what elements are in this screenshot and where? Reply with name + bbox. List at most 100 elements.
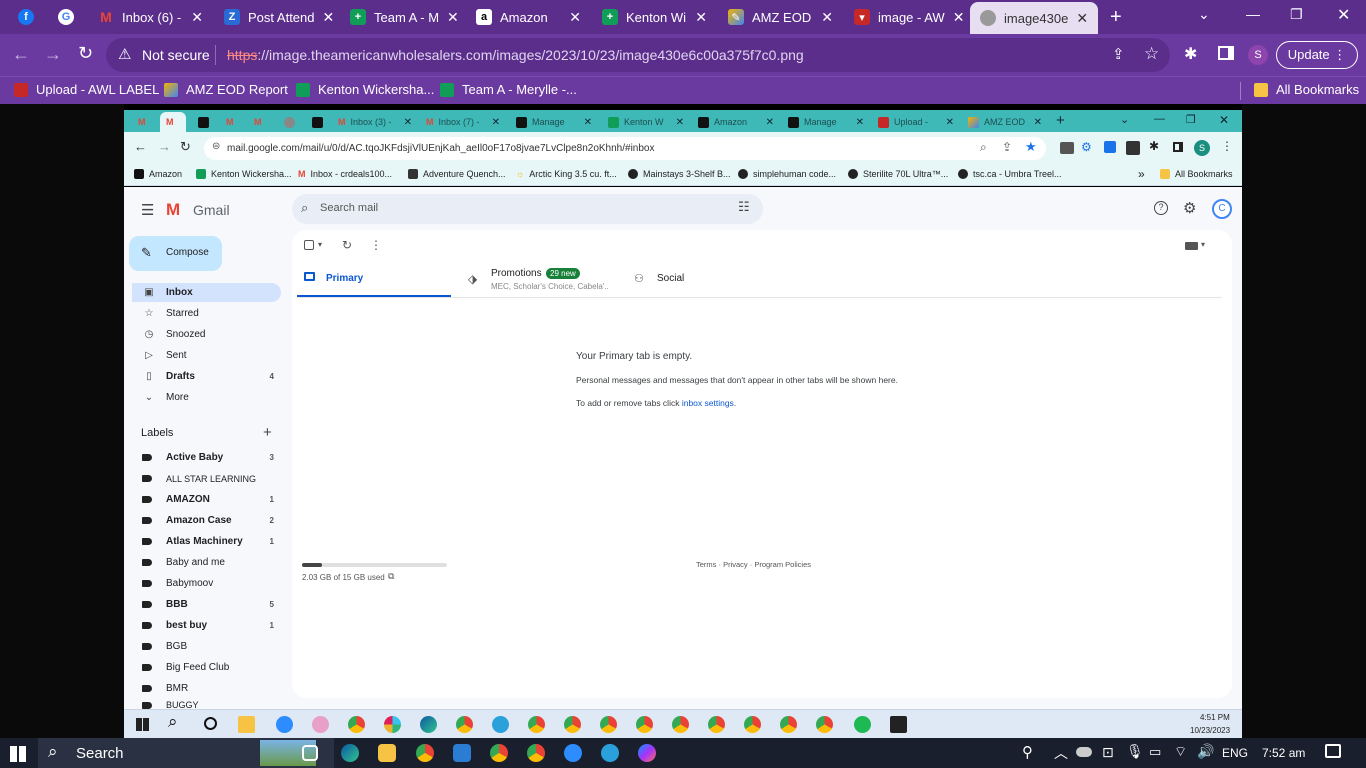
- external-link-icon[interactable]: ⧉: [388, 571, 394, 582]
- label-item[interactable]: AMAZON 1: [132, 490, 281, 509]
- people-icon[interactable]: ⚲: [1022, 743, 1033, 761]
- profile-avatar[interactable]: S: [1194, 140, 1210, 156]
- add-label-icon[interactable]: +: [263, 424, 272, 441]
- inner-tab[interactable]: M Inbox (7) - ✕: [420, 112, 506, 132]
- label-item[interactable]: Amazon Case 2: [132, 511, 281, 530]
- inner-tab[interactable]: Manage ✕: [782, 112, 870, 132]
- mail-icon[interactable]: [453, 744, 471, 762]
- share-icon[interactable]: ⇪: [1112, 45, 1125, 63]
- chrome-icon[interactable]: [456, 716, 473, 733]
- chrome-icon[interactable]: [564, 716, 581, 733]
- microphone-icon[interactable]: 🎙: [1126, 743, 1144, 760]
- new-tab-button[interactable]: +: [1056, 112, 1065, 129]
- tab-primary[interactable]: Primary: [297, 262, 451, 298]
- close-icon[interactable]: ✕: [191, 9, 203, 26]
- search-options-icon[interactable]: ☷: [738, 199, 750, 215]
- chrome-icon[interactable]: [708, 716, 725, 733]
- volume-icon[interactable]: 🔊: [1197, 743, 1214, 760]
- inner-tab[interactable]: M: [248, 112, 272, 132]
- close-icon[interactable]: ✕: [447, 9, 459, 26]
- edge-icon[interactable]: [341, 744, 359, 762]
- notification-center-icon[interactable]: [1325, 744, 1341, 758]
- device-icon[interactable]: ⊡: [1102, 744, 1114, 761]
- label-item[interactable]: best buy 1: [132, 616, 281, 635]
- close-icon[interactable]: ✕: [695, 9, 707, 26]
- inner-tab[interactable]: Upload - ✕: [872, 112, 960, 132]
- label-item[interactable]: ALL STAR LEARNING: [132, 469, 281, 488]
- minimize-button[interactable]: —: [1246, 6, 1260, 22]
- caret-down-icon[interactable]: ▾: [1201, 240, 1205, 249]
- caret-down-icon[interactable]: ▾: [318, 240, 322, 249]
- star-icon[interactable]: ☆: [1144, 44, 1159, 64]
- reload-icon[interactable]: ↻: [78, 43, 93, 64]
- restore-button[interactable]: ❐: [1290, 6, 1303, 23]
- edge-icon[interactable]: [420, 716, 437, 733]
- bookmark-adventure[interactable]: Adventure Quench...: [408, 169, 506, 179]
- site-info-icon[interactable]: ⊜: [212, 141, 220, 152]
- chevron-down-icon[interactable]: ⌄: [1198, 6, 1210, 23]
- chrome-icon[interactable]: [600, 716, 617, 733]
- gmail-logo-text[interactable]: Gmail: [193, 202, 230, 218]
- reload-icon[interactable]: ↻: [180, 139, 191, 155]
- label-item[interactable]: BUGGY: [132, 700, 281, 709]
- close-icon[interactable]: ✕: [1076, 10, 1088, 27]
- help-icon[interactable]: ?: [1154, 201, 1168, 215]
- profile-avatar[interactable]: S: [1248, 45, 1268, 65]
- close-icon[interactable]: ✕: [569, 9, 581, 26]
- nav-drafts[interactable]: ▯ Drafts 4: [132, 367, 281, 386]
- all-bookmarks[interactable]: All Bookmarks: [1160, 169, 1233, 179]
- zoom-app-icon[interactable]: [564, 744, 582, 762]
- chrome-icon[interactable]: [416, 744, 434, 762]
- chrome-icon[interactable]: [636, 716, 653, 733]
- close-icon[interactable]: ✕: [946, 117, 954, 128]
- inner-tab[interactable]: Kenton W ✕: [602, 112, 690, 132]
- chrome-icon[interactable]: [672, 716, 689, 733]
- bookmark-sterilite[interactable]: Sterilite 70L Ultra™...: [848, 169, 948, 179]
- inner-tab-active[interactable]: M: [160, 112, 186, 132]
- bookmark-kenton[interactable]: Kenton Wickersha...: [296, 82, 434, 97]
- update-button[interactable]: Update ⋮: [1276, 41, 1358, 69]
- restore-button[interactable]: ❐: [1186, 113, 1196, 126]
- more-bookmarks[interactable]: »: [1138, 167, 1145, 181]
- inner-tab[interactable]: Manage ✕: [510, 112, 598, 132]
- share-icon[interactable]: ⇪: [1002, 140, 1012, 154]
- outer-tab-inbox[interactable]: M Inbox (6) - ✕: [88, 0, 213, 34]
- bookmark-simplehuman[interactable]: simplehuman code...: [738, 169, 836, 179]
- refresh-icon[interactable]: ↻: [342, 238, 352, 252]
- window-close-button[interactable]: ✕: [1337, 5, 1350, 25]
- search-icon[interactable]: ⌕: [168, 712, 178, 732]
- bookmark-kenton[interactable]: Kenton Wickersha...: [196, 169, 292, 179]
- app-icon[interactable]: [312, 716, 329, 733]
- inner-tab[interactable]: M: [132, 112, 156, 132]
- search-bar[interactable]: ⌕ Search mail ☷: [292, 194, 763, 224]
- windows-start-icon[interactable]: [136, 718, 149, 731]
- forward-icon[interactable]: →: [158, 139, 171, 154]
- label-item[interactable]: BGB: [132, 637, 281, 656]
- footer-links[interactable]: Terms · Privacy · Program Policies: [696, 560, 811, 569]
- kebab-menu-icon[interactable]: ⋮: [1221, 139, 1233, 153]
- outer-tab-image-awl[interactable]: ▾ image - AW ✕: [844, 0, 969, 34]
- extensions-icon[interactable]: ✱: [1149, 139, 1159, 153]
- bookmark-amazon[interactable]: Amazon: [134, 169, 182, 179]
- label-item[interactable]: Active Baby 3: [132, 448, 281, 467]
- side-panel-icon[interactable]: [1173, 142, 1183, 152]
- label-item[interactable]: Baby and me: [132, 553, 281, 572]
- outer-omnibox[interactable]: ⚠ Not secure https://image.theamericanwh…: [106, 38, 1170, 72]
- main-menu-icon[interactable]: ☰: [141, 201, 154, 219]
- windows-start-icon[interactable]: [10, 746, 26, 762]
- taskbar-search-box[interactable]: ⌕ Search: [38, 738, 334, 768]
- account-avatar[interactable]: C: [1212, 199, 1232, 219]
- telegram-icon[interactable]: [492, 716, 509, 733]
- tab-social[interactable]: ⚇ Social: [628, 262, 782, 298]
- tab-promotions[interactable]: ⬗ Promotions 29 new MEC, Scholar's Choic…: [460, 262, 620, 298]
- close-icon[interactable]: ✕: [676, 117, 684, 128]
- language-indicator[interactable]: ENG: [1222, 746, 1248, 760]
- inner-omnibox[interactable]: ⊜ mail.google.com/mail/u/0/d/AC.tqoJKFds…: [204, 137, 1046, 160]
- forward-icon[interactable]: →: [44, 44, 62, 65]
- back-icon[interactable]: ←: [134, 139, 147, 154]
- file-explorer-icon[interactable]: [378, 744, 396, 762]
- new-tab-button[interactable]: +: [1110, 6, 1122, 29]
- outer-tab-image430e[interactable]: image430e ✕: [970, 2, 1098, 34]
- spotify-icon[interactable]: [854, 716, 871, 733]
- telegram-icon[interactable]: [601, 744, 619, 762]
